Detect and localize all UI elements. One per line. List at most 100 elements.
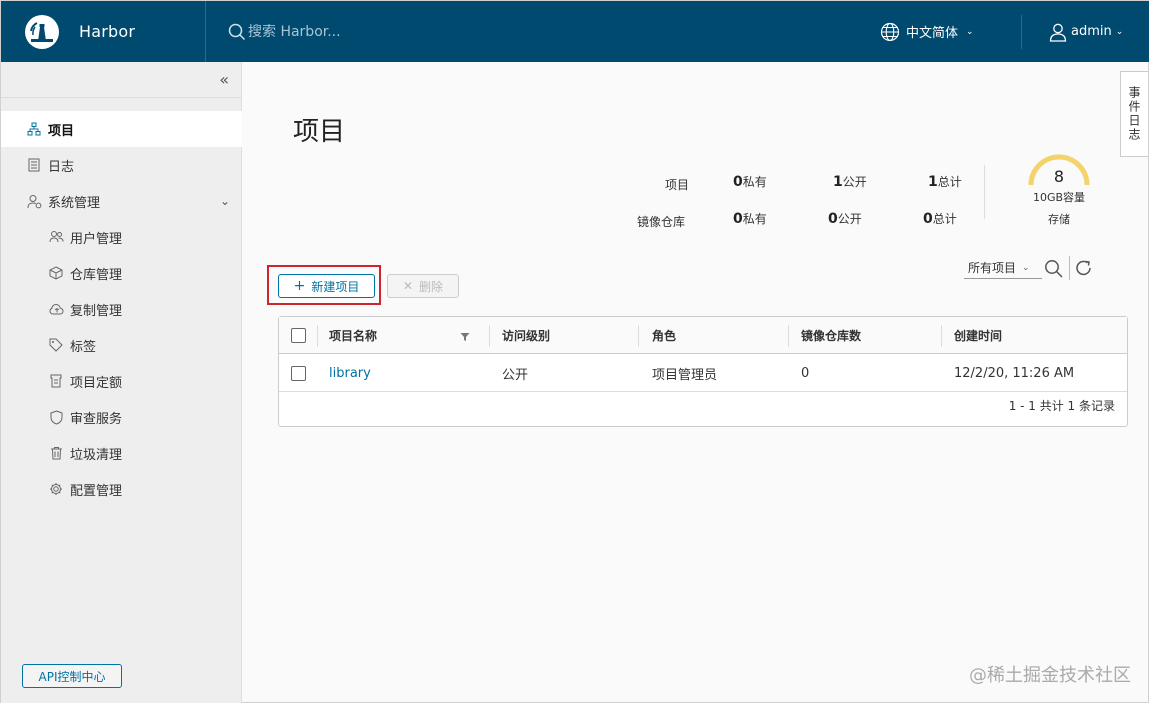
sidebar-item-registries[interactable]: 仓库管理 xyxy=(1,255,242,291)
sidebar: « 项目 日志 系统管理 ⌄ 用户管理 仓库管理 复制管理 标签 项目定额 审查… xyxy=(1,62,242,703)
watermark: @稀土掘金技术社区 xyxy=(969,665,1131,686)
column-header-role[interactable]: 角色 xyxy=(652,317,676,354)
collapse-sidebar-icon[interactable]: « xyxy=(219,70,229,89)
trash-icon xyxy=(48,446,64,460)
storage-capacity: 10GB容量 xyxy=(1032,191,1086,204)
row-checkbox[interactable] xyxy=(291,365,306,381)
delete-button[interactable]: ✕ 删除 xyxy=(387,274,459,298)
user-menu[interactable]: admin ⌄ xyxy=(1048,1,1123,62)
stat-projects-public: 1公开 xyxy=(833,174,867,190)
sidebar-item-admin[interactable]: 系统管理 ⌄ xyxy=(1,183,242,219)
refresh-icon[interactable] xyxy=(1075,259,1093,277)
project-name-link[interactable]: library xyxy=(329,354,371,392)
sidebar-divider xyxy=(1,97,242,98)
search-icon xyxy=(228,23,246,40)
sidebar-item-users[interactable]: 用户管理 xyxy=(1,219,242,255)
column-separator xyxy=(317,325,318,347)
sidebar-item-label: 仓库管理 xyxy=(70,267,123,283)
stat-projects-total: 1总计 xyxy=(928,174,962,190)
sidebar-item-label: 系统管理 xyxy=(48,195,101,211)
harbor-logo-icon xyxy=(25,14,59,49)
top-header: Harbor 中文简体 ⌄ admin ⌄ xyxy=(1,1,1149,62)
api-explorer-button[interactable]: API控制中心 xyxy=(22,664,122,688)
sidebar-item-label: 日志 xyxy=(48,159,75,175)
sidebar-item-gc[interactable]: 垃圾清理 xyxy=(1,435,242,471)
filter-icon[interactable] xyxy=(460,332,470,342)
language-selector[interactable]: 中文简体 ⌄ xyxy=(880,1,974,62)
column-header-access[interactable]: 访问级别 xyxy=(502,317,550,354)
storage-label: 存储 xyxy=(1048,213,1070,226)
column-header-created[interactable]: 创建时间 xyxy=(954,317,1002,354)
quota-icon xyxy=(48,374,64,388)
tag-icon xyxy=(48,338,64,352)
cloud-sync-icon xyxy=(48,303,64,316)
column-separator xyxy=(941,325,942,347)
users-icon xyxy=(48,230,64,244)
log-icon xyxy=(26,158,42,172)
toolbar-divider xyxy=(1069,256,1070,280)
sidebar-item-interrogation[interactable]: 审查服务 xyxy=(1,399,242,435)
user-icon xyxy=(1049,23,1067,42)
new-project-label: 新建项目 xyxy=(311,279,360,294)
language-label: 中文简体 xyxy=(906,26,959,41)
project-filter-select[interactable]: 所有项目 ⌄ xyxy=(964,257,1042,279)
event-log-tab[interactable]: 事件日志 xyxy=(1120,71,1148,157)
stat-projects-private: 0私有 xyxy=(733,174,767,190)
sidebar-item-config[interactable]: 配置管理 xyxy=(1,471,242,507)
chevron-down-icon: ⌄ xyxy=(1022,262,1030,273)
user-name: admin xyxy=(1071,24,1112,39)
sidebar-item-label: 标签 xyxy=(70,339,97,355)
stat-repos-label: 镜像仓库 xyxy=(637,215,686,229)
column-header-repo-count[interactable]: 镜像仓库数 xyxy=(801,317,861,354)
column-header-name[interactable]: 项目名称 xyxy=(329,317,377,354)
global-search[interactable] xyxy=(228,23,448,41)
stats-divider xyxy=(984,165,985,219)
shield-icon xyxy=(48,409,64,425)
sidebar-item-label: 垃圾清理 xyxy=(70,447,123,463)
column-separator xyxy=(788,325,789,347)
sidebar-nav: 项目 日志 系统管理 ⌄ 用户管理 仓库管理 复制管理 标签 项目定额 审查服务… xyxy=(1,111,242,507)
projects-table: 项目名称 访问级别 角色 镜像仓库数 创建时间 library 公开 项目管理员… xyxy=(278,316,1128,427)
select-all-cell[interactable] xyxy=(291,317,306,354)
sidebar-item-projects[interactable]: 项目 xyxy=(1,111,242,147)
sidebar-item-label: 项目 xyxy=(48,123,75,139)
event-log-label: 事件日志 xyxy=(1127,86,1141,142)
project-role: 项目管理员 xyxy=(652,367,718,383)
select-all-checkbox[interactable] xyxy=(291,328,306,343)
sidebar-item-label: 用户管理 xyxy=(70,231,123,247)
column-separator xyxy=(489,325,490,347)
sidebar-item-label: 项目定额 xyxy=(70,375,123,391)
delete-label: 删除 xyxy=(419,279,444,294)
row-select-cell[interactable] xyxy=(291,354,306,392)
sidebar-item-quotas[interactable]: 项目定额 xyxy=(1,363,242,399)
stat-projects-label: 项目 xyxy=(665,178,690,192)
project-created-time: 12/2/20, 11:26 AM xyxy=(954,365,1075,381)
chevron-down-icon[interactable]: ⌄ xyxy=(220,194,230,208)
sidebar-item-labels[interactable]: 标签 xyxy=(1,327,242,363)
chevron-down-icon: ⌄ xyxy=(966,26,974,37)
stat-repos-total: 0总计 xyxy=(923,211,957,227)
project-repo-count: 0 xyxy=(801,365,810,381)
new-project-button[interactable]: + 新建项目 xyxy=(278,274,375,298)
admin-icon xyxy=(26,194,42,209)
sidebar-item-logs[interactable]: 日志 xyxy=(1,147,242,183)
table-footer-pagination: 1 - 1 共计 1 条记录 xyxy=(1008,399,1115,413)
globe-icon xyxy=(880,22,900,41)
plus-icon: + xyxy=(293,278,306,294)
header-divider xyxy=(1021,15,1022,49)
filter-selected-value: 所有项目 xyxy=(968,261,1017,275)
sidebar-item-replications[interactable]: 复制管理 xyxy=(1,291,242,327)
storage-count: 8 xyxy=(1053,167,1065,186)
brand-area[interactable]: Harbor xyxy=(1,1,206,62)
search-icon[interactable] xyxy=(1044,259,1064,279)
chevron-down-icon: ⌄ xyxy=(1115,26,1124,37)
table-header: 项目名称 访问级别 角色 镜像仓库数 创建时间 xyxy=(279,317,1127,354)
gear-icon xyxy=(48,482,64,496)
search-input[interactable] xyxy=(248,23,448,40)
stat-repos-private: 0私有 xyxy=(733,211,767,227)
column-separator xyxy=(638,325,639,347)
page-title: 项目 xyxy=(293,117,346,147)
project-access-level: 公开 xyxy=(502,367,529,383)
box-icon xyxy=(48,266,64,280)
table-row[interactable]: library 公开 项目管理员 0 12/2/20, 11:26 AM xyxy=(279,354,1127,392)
